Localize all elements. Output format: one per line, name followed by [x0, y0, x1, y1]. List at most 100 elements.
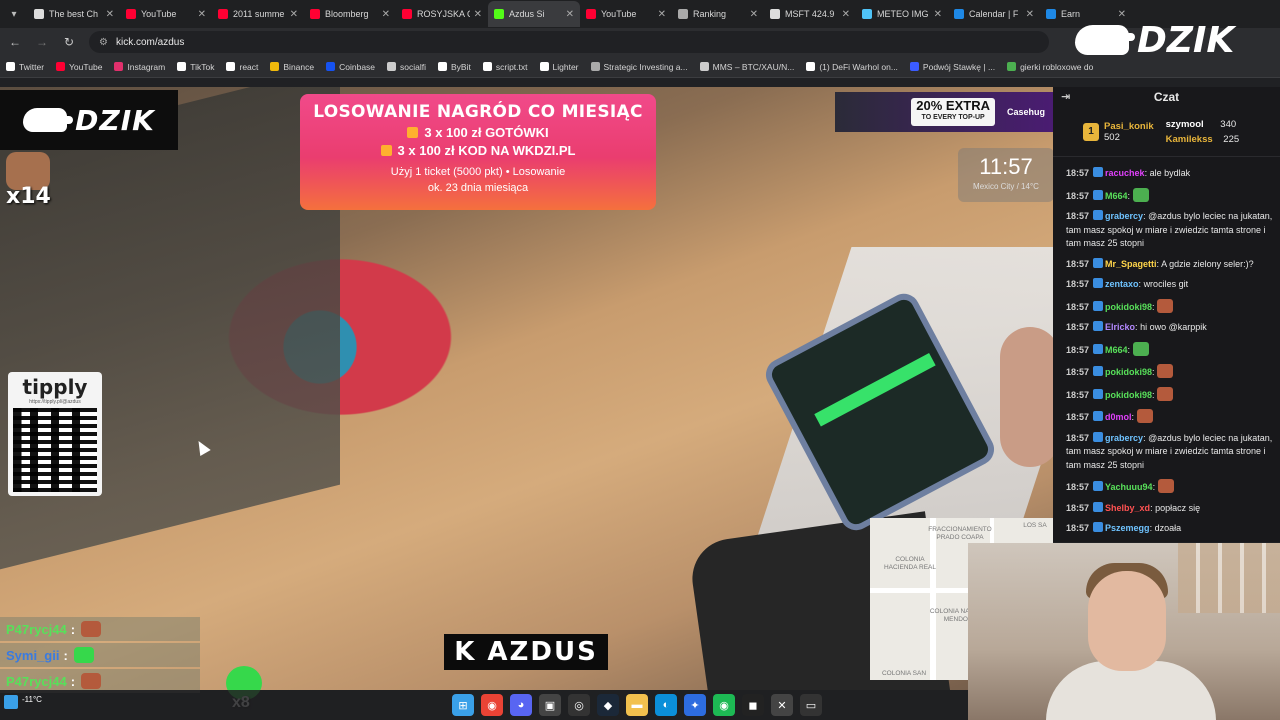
casehug-sponsor-banner: 20% EXTRA TO EVERY TOP-UP Casehug [835, 92, 1053, 132]
bookmark-item[interactable]: TikTok [177, 62, 214, 72]
close-icon[interactable]: ✕ [934, 9, 942, 20]
browser-tab[interactable]: Azdus Si ✕ [488, 1, 580, 27]
bookmark-label: TikTok [190, 61, 215, 72]
back-icon[interactable]: ← [3, 30, 27, 54]
chat-emote-icon [1157, 298, 1174, 313]
close-icon[interactable]: ✕ [198, 9, 206, 20]
bookmark-item[interactable]: Twitter [6, 62, 44, 72]
browser-tab[interactable]: YouTube ✕ [120, 1, 212, 27]
chat-username[interactable]: pokidoki98 [1105, 302, 1152, 312]
chrome-icon[interactable]: ◉ [481, 694, 503, 716]
tab-favicon-icon [494, 9, 504, 19]
close-icon[interactable]: ✕ [658, 9, 666, 20]
browser-tab[interactable]: 2011 summe ✕ [212, 1, 304, 27]
browser-tab[interactable]: ROSYJSKA G ✕ [396, 1, 488, 27]
folder-icon[interactable]: ▬ [626, 694, 648, 716]
reload-icon[interactable]: ↻ [57, 30, 81, 54]
bookmark-item[interactable]: Podwój Stawkę | ... [909, 62, 995, 72]
browser-tab[interactable]: YouTube ✕ [580, 1, 672, 27]
close-icon[interactable]: ✕ [290, 9, 298, 20]
close-icon[interactable]: ✕ [842, 9, 850, 20]
terminal-icon[interactable]: ▭ [800, 694, 822, 716]
bookmark-item[interactable]: YouTube [56, 62, 102, 72]
tipply-url: https://tipply.pl/@azdus [29, 399, 81, 405]
chat-username[interactable]: grabercy [1105, 211, 1143, 221]
tab-label: METEO IMG [877, 9, 929, 19]
extra-badge: 20% EXTRA TO EVERY TOP-UP [911, 98, 995, 126]
chat-emote-icon [1157, 364, 1174, 378]
close-icon[interactable]: ✕ [106, 9, 114, 20]
close-icon[interactable]: ✕ [382, 9, 390, 20]
bookmark-item[interactable]: script.txt [482, 62, 528, 72]
close-icon[interactable]: ✕ [474, 9, 482, 20]
bookmark-item[interactable]: (1) DeFi Warhol on... [806, 62, 898, 72]
chat-username[interactable]: grabercy [1105, 433, 1143, 443]
address-bar[interactable]: ⚙ kick.com/azdus [89, 31, 1049, 53]
game-icon[interactable]: ◼ [742, 694, 764, 716]
close-icon[interactable]: ✕ [750, 9, 758, 20]
chat-badge-icon [1093, 431, 1104, 442]
url-text: kick.com/azdus [115, 36, 185, 48]
xbox-icon[interactable]: ✕ [771, 694, 793, 716]
browser-tab[interactable]: Calendar | F ✕ [948, 1, 1040, 27]
bookmark-item[interactable]: Lighter [539, 62, 579, 72]
app-icon[interactable]: ▣ [539, 694, 561, 716]
chat-username[interactable]: M664 [1105, 191, 1128, 201]
tab-favicon-icon [770, 9, 780, 19]
chat-badge-icon [1093, 189, 1104, 200]
obs-icon[interactable]: ◎ [568, 694, 590, 716]
chat-username[interactable]: Elricko [1105, 322, 1135, 332]
forward-icon[interactable]: → [30, 30, 54, 54]
leader-points: 225 [1223, 133, 1240, 145]
browser-tab[interactable]: The best Ch ✕ [28, 1, 120, 27]
browser-tab[interactable]: Bloomberg ✕ [304, 1, 396, 27]
windows-start-icon[interactable]: ⊞ [452, 694, 474, 716]
chat-username[interactable]: M664 [1105, 345, 1128, 355]
spotify-icon[interactable]: ◉ [713, 694, 735, 716]
chat-username[interactable]: Yachuuu94 [1105, 482, 1153, 492]
bookmark-item[interactable]: ByBit [438, 62, 471, 72]
chat-username[interactable]: Shelby_xd [1105, 503, 1150, 513]
bookmark-item[interactable]: react [226, 62, 258, 72]
chat-message: 18:57 pokidoki98: [1053, 298, 1280, 315]
bookmark-favicon-icon [270, 62, 280, 71]
site-info-icon[interactable]: ⚙ [99, 37, 108, 48]
chat-username[interactable]: d0mol [1105, 412, 1132, 422]
steam-icon[interactable]: ◆ [597, 694, 619, 716]
browser-tab[interactable]: METEO IMG ✕ [856, 1, 948, 27]
chat-username[interactable]: zentaxo [1105, 279, 1139, 289]
leader-name[interactable]: szymool [1166, 119, 1204, 130]
bookmark-label: socialfi [400, 61, 427, 72]
leader-name[interactable]: Kamilekss [1166, 134, 1213, 145]
tab-search-chevron-icon[interactable]: ▾ [0, 0, 28, 28]
bookmark-label: Strategic Investing a... [603, 61, 688, 72]
dzik-logo-left: DZIK [0, 90, 178, 150]
chat-username[interactable]: Mr_Spagetti [1105, 259, 1157, 269]
collapse-chat-icon[interactable]: ⇥ [1061, 90, 1070, 103]
bookmark-item[interactable]: MMS – BTC/XAU/N... [699, 61, 795, 72]
chat-username[interactable]: Pszemegg [1105, 523, 1150, 533]
bookmark-label: MMS – BTC/XAU/N... [712, 61, 795, 72]
rank-badge: 1 [1083, 122, 1099, 141]
chat-username[interactable]: racuchek [1105, 168, 1145, 178]
bookmark-item[interactable]: Instagram [114, 62, 165, 72]
chat-message: 18:57 Shelby_xd: popłacz się [1066, 501, 1201, 513]
chat-username[interactable]: pokidoki98 [1105, 390, 1152, 400]
chat-text: dzoała [1154, 523, 1182, 533]
bookmark-item[interactable]: Binance [270, 62, 314, 72]
edge-icon[interactable]: ◐ [655, 694, 677, 716]
close-icon[interactable]: ✕ [1026, 9, 1034, 20]
bookmark-item[interactable]: Strategic Investing a... [590, 61, 688, 72]
chat-username[interactable]: pokidoki98 [1105, 367, 1152, 377]
leader-first: 1 Pasi_konik 502 [1083, 121, 1154, 143]
browser-tab[interactable]: Ranking ✕ [672, 1, 764, 27]
close-icon[interactable]: ✕ [566, 9, 574, 20]
browser-tab[interactable]: MSFT 424.9 ✕ [764, 1, 856, 27]
discord-icon[interactable]: ◕ [510, 694, 532, 716]
app2-icon[interactable]: ✦ [684, 694, 706, 716]
weather-widget[interactable]: -11°C [4, 695, 42, 709]
overlay-chat-sep: : [70, 621, 76, 637]
bookmark-item[interactable]: socialfi [387, 62, 426, 72]
bookmark-item[interactable]: Coinbase [326, 62, 375, 72]
leader-name[interactable]: Pasi_konik [1104, 121, 1154, 132]
